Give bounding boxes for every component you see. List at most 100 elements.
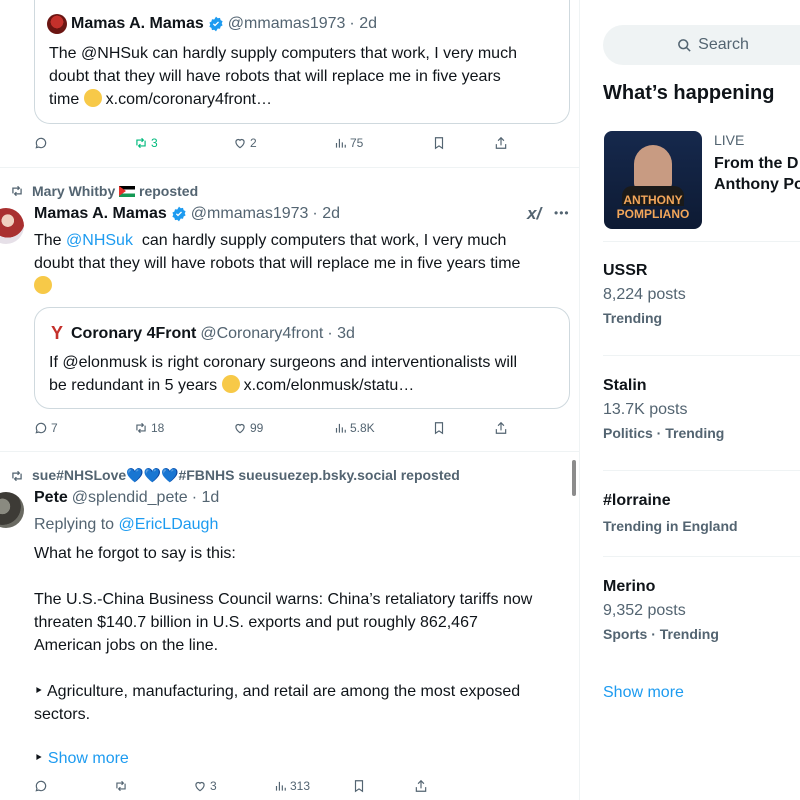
repost-button[interactable] — [114, 779, 128, 793]
post-2[interactable]: Mary Whitby reposted Mamas A. Mamas @mma… — [0, 168, 579, 452]
show-more-link[interactable]: Show more — [48, 750, 129, 767]
repost-button[interactable]: 3 — [134, 136, 158, 150]
reposted-by[interactable]: sue#NHSLove💙💙💙#FBNHS sueusuezep.bsky.soc… — [10, 467, 460, 484]
bookmark-button[interactable] — [432, 421, 446, 435]
share-button[interactable] — [494, 136, 508, 150]
heart-icon — [195, 781, 205, 792]
live-title[interactable]: From the D Anthony Po — [714, 153, 800, 195]
trend-item[interactable]: #lorraine Trending in England — [603, 492, 800, 534]
quoted-post[interactable]: Mamas A. Mamas @mmamas1973 · 2d The @NHS… — [34, 0, 570, 124]
views-button[interactable]: 5.8K — [333, 421, 375, 435]
trend-meta: Trending — [603, 310, 663, 326]
scrollbar[interactable] — [572, 460, 576, 496]
trend-item[interactable]: Stalin 13.7K posts Politics · Trending — [603, 377, 800, 441]
post-actions: 3 313 — [34, 779, 514, 799]
trend-item[interactable]: Merino 9,352 posts Sports · Trending — [603, 578, 800, 642]
author-name[interactable]: Mamas A. Mamas — [34, 205, 167, 223]
author-handle[interactable]: @mmamas1973 — [191, 205, 309, 223]
quote-link[interactable]: x.com/coronary4front… — [106, 91, 272, 108]
grok-icon[interactable]: x/ — [527, 204, 541, 224]
timeline-feed: ••• Mamas A. Mamas @mmamas1973 · 2d The … — [0, 0, 580, 800]
quote-text-fragment: be redundant in 5 years — [49, 377, 222, 394]
share-icon — [495, 136, 507, 149]
reposter-name[interactable]: sue#NHSLove — [32, 467, 126, 483]
avatar[interactable] — [47, 14, 67, 34]
reply-icon — [35, 137, 47, 149]
author-name[interactable]: Coronary 4Front — [71, 325, 196, 343]
bookmark-icon — [354, 780, 364, 793]
views-button[interactable]: 75 — [333, 136, 363, 150]
share-icon — [415, 779, 427, 792]
trend-item[interactable]: USSR 8,224 posts Trending — [603, 262, 800, 326]
share-button[interactable] — [414, 779, 428, 793]
views-button[interactable]: 313 — [273, 779, 310, 793]
reply-button[interactable] — [34, 136, 48, 150]
author-handle[interactable]: @mmamas1973 — [228, 15, 346, 33]
mention-link[interactable]: @EricLDaugh — [119, 516, 219, 533]
trend-name: USSR — [603, 262, 648, 279]
show-more-link[interactable]: Show more — [603, 684, 684, 702]
trend-count: 8,224 posts — [603, 286, 686, 303]
right-sidebar: Search What’s happening ANTHONY POMPLIAN… — [581, 0, 800, 800]
like-count: 3 — [210, 779, 217, 793]
like-button[interactable]: 2 — [233, 136, 257, 150]
post-text-line: threaten $140.7 billion in U.S. exports … — [34, 614, 478, 631]
section-title: What’s happening — [603, 82, 775, 104]
bookmark-icon — [434, 422, 444, 435]
quote-text-line: doubt that they will have robots that wi… — [49, 68, 501, 85]
post-text-line: The U.S.-China Business Council warns: C… — [34, 591, 533, 608]
verified-badge-icon — [209, 16, 223, 32]
post-time[interactable]: · 1d — [192, 489, 220, 507]
author-handle[interactable]: @splendid_pete — [72, 489, 188, 507]
repost-count: 3 — [151, 136, 158, 150]
author-handle[interactable]: @Coronary4front — [200, 325, 323, 343]
post-time[interactable]: · 2d — [349, 15, 377, 33]
views-icon — [335, 138, 346, 148]
author-name[interactable]: Mamas A. Mamas — [71, 15, 204, 33]
reply-button[interactable] — [34, 779, 48, 793]
search-input[interactable]: Search — [603, 25, 800, 65]
views-icon — [275, 781, 286, 791]
post-text-line: What he forgot to say is this: — [34, 545, 236, 562]
post-3[interactable]: sue#NHSLove💙💙💙#FBNHS sueusuezep.bsky.soc… — [0, 452, 579, 800]
like-button[interactable]: 3 — [193, 779, 217, 793]
reposter-suffix[interactable]: #FBNHS sueusuezep.bsky.social reposted — [178, 467, 459, 483]
avatar[interactable]: Y — [47, 323, 67, 344]
more-options-icon[interactable]: ••• — [554, 206, 570, 220]
winking-emoji-icon — [34, 276, 52, 294]
view-count: 5.8K — [350, 421, 375, 435]
post-1[interactable]: ••• Mamas A. Mamas @mmamas1973 · 2d The … — [0, 0, 579, 168]
quote-text-line: be redundant in 5 years x.com/elonmusk/s… — [49, 374, 517, 397]
avatar[interactable] — [0, 208, 24, 244]
avatar[interactable] — [0, 492, 24, 528]
host-portrait — [634, 145, 672, 191]
bookmark-button[interactable] — [352, 779, 366, 793]
repost-button[interactable]: 18 — [134, 421, 164, 435]
reposter-name[interactable]: Mary Whitby — [32, 183, 115, 199]
bookmark-button[interactable] — [432, 136, 446, 150]
trend-meta: Politics · Trending — [603, 425, 725, 441]
view-count: 313 — [290, 779, 311, 793]
post-time[interactable]: · 2d — [312, 205, 340, 223]
quoted-post[interactable]: Y Coronary 4Front @Coronary4front · 3d I… — [34, 307, 570, 409]
like-button[interactable]: 99 — [233, 421, 263, 435]
verified-badge-icon — [172, 206, 186, 222]
quote-link[interactable]: x.com/elonmusk/statu… — [244, 377, 415, 394]
quote-text-line: The @NHSuk can hardly supply computers t… — [49, 45, 517, 62]
post-text-line: ‣ Agriculture, manufacturing, and retail… — [34, 683, 521, 700]
trend-name: Stalin — [603, 377, 647, 394]
trend-meta: Trending in England — [603, 518, 738, 534]
repost-icon — [136, 137, 146, 149]
show-more-line: ‣ Show more — [34, 747, 564, 770]
live-thumbnail[interactable]: ANTHONY POMPLIANO — [604, 131, 702, 229]
reposted-by[interactable]: Mary Whitby reposted — [10, 183, 198, 199]
post-time[interactable]: · 3d — [327, 325, 355, 343]
post-text-line: American jobs on the line. — [34, 637, 219, 654]
reply-button[interactable]: 7 — [34, 421, 58, 435]
repost-icon — [116, 780, 126, 792]
share-button[interactable] — [494, 421, 508, 435]
mention-link[interactable]: @NHSuk — [66, 232, 133, 249]
share-icon — [495, 421, 507, 434]
author-name[interactable]: Pete — [34, 489, 68, 507]
reply-icon — [35, 422, 47, 434]
